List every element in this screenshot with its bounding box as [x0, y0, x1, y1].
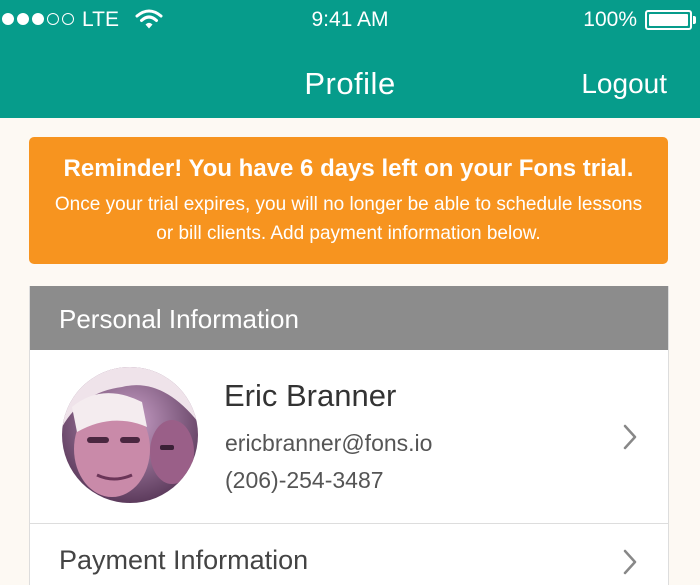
chevron-right-icon	[623, 549, 637, 575]
avatar	[62, 367, 198, 503]
payment-information-row[interactable]: Payment Information	[30, 524, 668, 585]
battery-percentage: 100%	[583, 8, 637, 31]
logout-button[interactable]: Logout	[581, 68, 667, 100]
section-header: Personal Information	[30, 286, 668, 350]
user-email: ericbranner@fons.io	[225, 430, 433, 456]
chevron-right-icon	[623, 424, 637, 450]
battery-icon	[645, 10, 692, 30]
profile-row[interactable]: Eric Branner ericbranner@fons.io (206)-2…	[30, 350, 668, 524]
trial-reminder-banner: Reminder! You have 6 days left on your F…	[29, 137, 668, 264]
banner-title: Reminder! You have 6 days left on your F…	[63, 155, 634, 182]
personal-information-section: Personal Information Eric Branner ericbr…	[29, 286, 669, 585]
status-bar: LTE 9:41 AM 100%	[0, 0, 700, 40]
user-name: Eric Branner	[224, 378, 397, 413]
avatar-photo	[62, 367, 198, 503]
user-phone: (206)-254-3487	[225, 467, 384, 493]
payment-information-label: Payment Information	[59, 545, 309, 575]
app-header: LTE 9:41 AM 100% Profile Logout	[0, 0, 700, 118]
battery-tip	[693, 16, 696, 24]
banner-message: Once your trial expires, you will no lon…	[54, 194, 643, 244]
